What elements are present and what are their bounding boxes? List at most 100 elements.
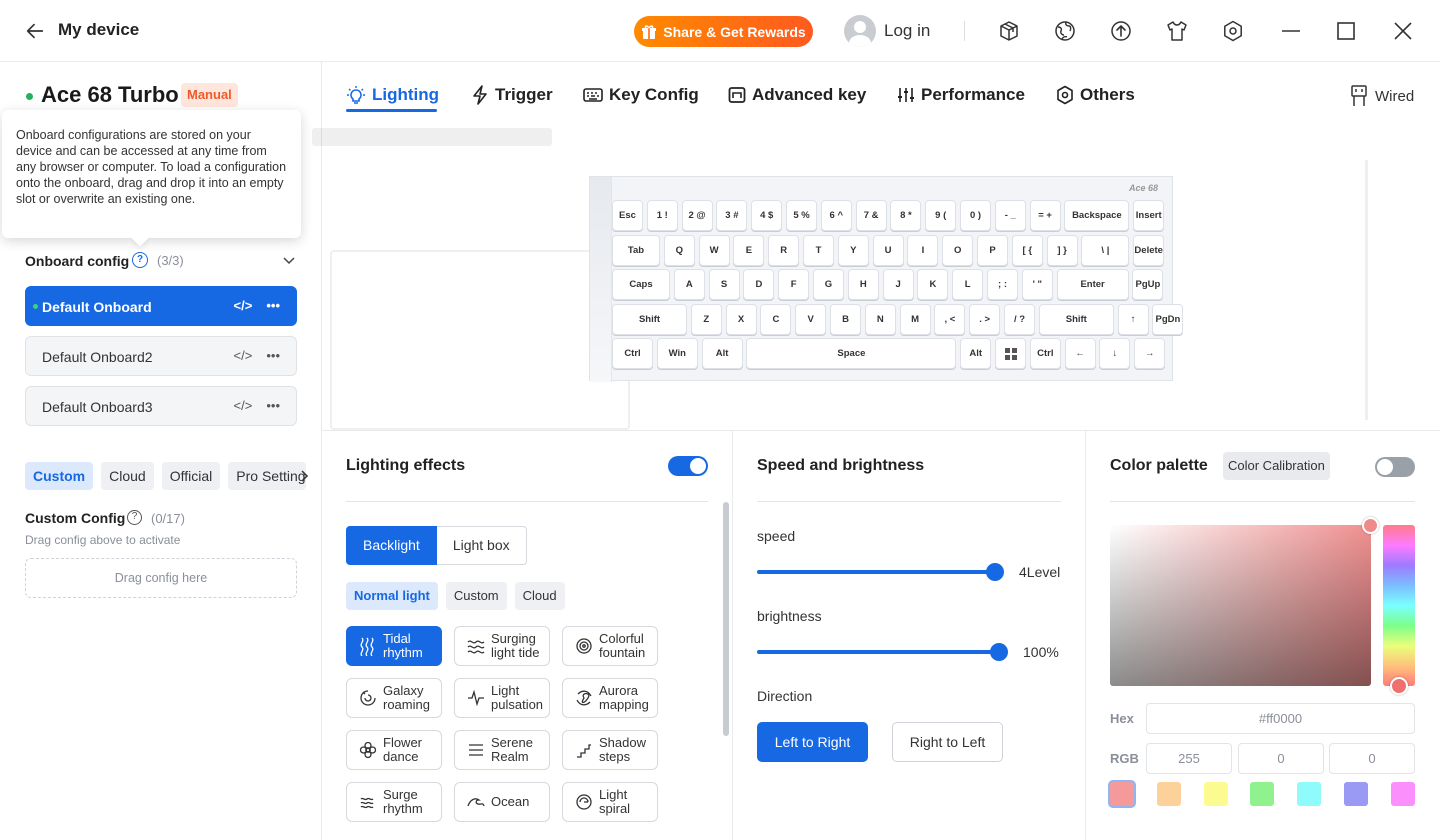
keyboard-key[interactable]: 0 ) bbox=[960, 200, 991, 231]
page-title[interactable]: My device bbox=[58, 20, 139, 40]
mode-backlight[interactable]: Backlight bbox=[346, 526, 437, 565]
color-swatch[interactable] bbox=[1156, 782, 1181, 806]
speed-slider[interactable] bbox=[757, 570, 995, 574]
key-menu[interactable] bbox=[995, 338, 1026, 369]
effect-aurora-mapping[interactable]: Aurora mapping bbox=[562, 678, 658, 718]
keyboard-key[interactable]: L bbox=[952, 269, 984, 300]
keyboard-key[interactable]: R bbox=[768, 234, 800, 266]
keyboard-key[interactable]: Enter bbox=[1056, 269, 1129, 300]
chevron-right-icon[interactable] bbox=[299, 469, 309, 483]
speed-slider-handle[interactable] bbox=[986, 563, 1004, 581]
more-icon[interactable]: ••• bbox=[266, 298, 280, 313]
keyboard-key[interactable]: Shift bbox=[612, 303, 687, 335]
keyboard-key[interactable]: Backspace bbox=[1064, 200, 1130, 231]
more-icon[interactable]: ••• bbox=[266, 398, 280, 413]
keyboard-key[interactable]: W bbox=[698, 234, 730, 266]
help-icon[interactable]: ? bbox=[132, 252, 148, 268]
mode-light-box[interactable]: Light box bbox=[436, 526, 527, 565]
tab-lighting[interactable]: Lighting bbox=[346, 85, 439, 105]
keyboard-key[interactable]: → bbox=[1134, 338, 1166, 369]
tab-performance[interactable]: Performance bbox=[897, 85, 1025, 105]
effect-light-spiral[interactable]: Light spiral bbox=[562, 782, 658, 822]
tab-key-config[interactable]: Key Config bbox=[583, 85, 699, 105]
more-icon[interactable]: ••• bbox=[266, 348, 280, 363]
keyboard-key[interactable]: [ { bbox=[1011, 234, 1043, 266]
effect-surging-light-tide[interactable]: Surging light tide bbox=[454, 626, 550, 666]
effect-serene-realm[interactable]: Serene Realm bbox=[454, 730, 550, 770]
help-icon[interactable]: ? bbox=[127, 510, 142, 525]
globe-icon[interactable] bbox=[1053, 19, 1077, 43]
color-calibration-toggle[interactable] bbox=[1375, 457, 1415, 477]
color-calibration-label[interactable]: Color Calibration bbox=[1223, 452, 1330, 480]
tab-trigger[interactable]: Trigger bbox=[471, 85, 553, 105]
close-icon[interactable] bbox=[1391, 19, 1415, 43]
keyboard-key[interactable]: N bbox=[864, 303, 896, 335]
tab-custom[interactable]: Custom bbox=[25, 462, 94, 490]
keyboard-key[interactable]: Space bbox=[746, 338, 957, 369]
keyboard-key[interactable]: X bbox=[725, 303, 757, 335]
keyboard-key[interactable]: \ | bbox=[1081, 234, 1130, 266]
keyboard-key[interactable]: Win bbox=[656, 338, 698, 369]
keyboard-key[interactable]: C bbox=[760, 303, 792, 335]
keyboard-key[interactable]: ; : bbox=[987, 269, 1018, 300]
tab-advanced-key[interactable]: Advanced key bbox=[728, 85, 866, 105]
keyboard-key[interactable]: 8 * bbox=[890, 200, 922, 231]
keyboard-key[interactable]: . > bbox=[969, 303, 1001, 335]
color-swatch[interactable] bbox=[1297, 782, 1322, 806]
tab-pro-settings[interactable]: Pro Settings bbox=[228, 462, 307, 490]
hue-slider-handle[interactable] bbox=[1390, 677, 1408, 695]
keyboard-key[interactable]: PgUp bbox=[1132, 269, 1164, 300]
back-arrow-icon[interactable] bbox=[24, 20, 46, 42]
config-drop-zone[interactable]: Drag config here bbox=[25, 558, 297, 598]
keyboard-key[interactable]: ↓ bbox=[1099, 338, 1131, 369]
keyboard-key[interactable]: 4 $ bbox=[751, 200, 783, 231]
color-swatch[interactable] bbox=[1250, 782, 1275, 806]
share-rewards-button[interactable]: Share & Get Rewards bbox=[634, 16, 813, 47]
settings-icon[interactable] bbox=[1221, 19, 1245, 43]
saturation-value-picker[interactable] bbox=[1110, 525, 1371, 686]
keyboard-key[interactable]: P bbox=[977, 234, 1008, 266]
keyboard-key[interactable]: M bbox=[899, 303, 931, 335]
keyboard-key[interactable]: / ? bbox=[1004, 303, 1035, 335]
brightness-slider[interactable] bbox=[757, 650, 999, 654]
keyboard-key[interactable]: ↑ bbox=[1117, 303, 1149, 335]
code-icon[interactable]: </> bbox=[234, 298, 253, 313]
keyboard-key[interactable]: Ctrl bbox=[1029, 338, 1061, 369]
subtab-custom[interactable]: Custom bbox=[445, 582, 507, 610]
keyboard-key[interactable]: Delete bbox=[1133, 234, 1165, 266]
keyboard-key[interactable]: T bbox=[803, 234, 834, 266]
effect-ocean[interactable]: Ocean bbox=[454, 782, 550, 822]
keyboard-key[interactable]: ← bbox=[1064, 338, 1096, 369]
keyboard-key[interactable]: - _ bbox=[994, 200, 1026, 231]
keyboard-key[interactable]: ' " bbox=[1021, 269, 1053, 300]
tshirt-icon[interactable] bbox=[1165, 19, 1189, 43]
keyboard-key[interactable]: Ctrl bbox=[612, 338, 653, 369]
subtab-cloud[interactable]: Cloud bbox=[514, 582, 565, 610]
effect-surge-rhythm[interactable]: Surge rhythm bbox=[346, 782, 442, 822]
keyboard-key[interactable]: H bbox=[847, 269, 879, 300]
effect-tidal-rhythm[interactable]: Tidal rhythm bbox=[346, 626, 442, 666]
keyboard-key[interactable]: = + bbox=[1029, 200, 1061, 231]
rgb-blue-input[interactable]: 0 bbox=[1329, 743, 1415, 774]
tab-cloud[interactable]: Cloud bbox=[101, 462, 154, 490]
keyboard-key[interactable]: A bbox=[673, 269, 705, 300]
onboard-slot-1[interactable]: Default Onboard </> ••• bbox=[25, 286, 297, 326]
tab-others[interactable]: Others bbox=[1056, 85, 1135, 105]
upload-icon[interactable] bbox=[1109, 19, 1133, 43]
keyboard-key[interactable]: K bbox=[917, 269, 949, 300]
keyboard-key[interactable]: Tab bbox=[612, 234, 660, 266]
direction-right-to-left-button[interactable]: Right to Left bbox=[892, 722, 1003, 762]
keyboard-key[interactable]: O bbox=[942, 234, 974, 266]
keyboard-key[interactable]: Esc bbox=[612, 200, 643, 231]
keyboard-key[interactable]: Shift bbox=[1038, 303, 1114, 335]
effect-light-pulsation[interactable]: Light pulsation bbox=[454, 678, 550, 718]
keyboard-key[interactable]: Q bbox=[663, 234, 695, 266]
keyboard-key[interactable]: J bbox=[882, 269, 914, 300]
maximize-icon[interactable] bbox=[1334, 19, 1358, 43]
rgb-red-input[interactable]: 255 bbox=[1146, 743, 1232, 774]
hex-input[interactable]: #ff0000 bbox=[1146, 703, 1415, 734]
keyboard-key[interactable]: G bbox=[813, 269, 844, 300]
effects-scrollbar[interactable] bbox=[723, 502, 729, 736]
effect-galaxy-roaming[interactable]: Galaxy roaming bbox=[346, 678, 442, 718]
color-swatch[interactable] bbox=[1390, 782, 1415, 806]
